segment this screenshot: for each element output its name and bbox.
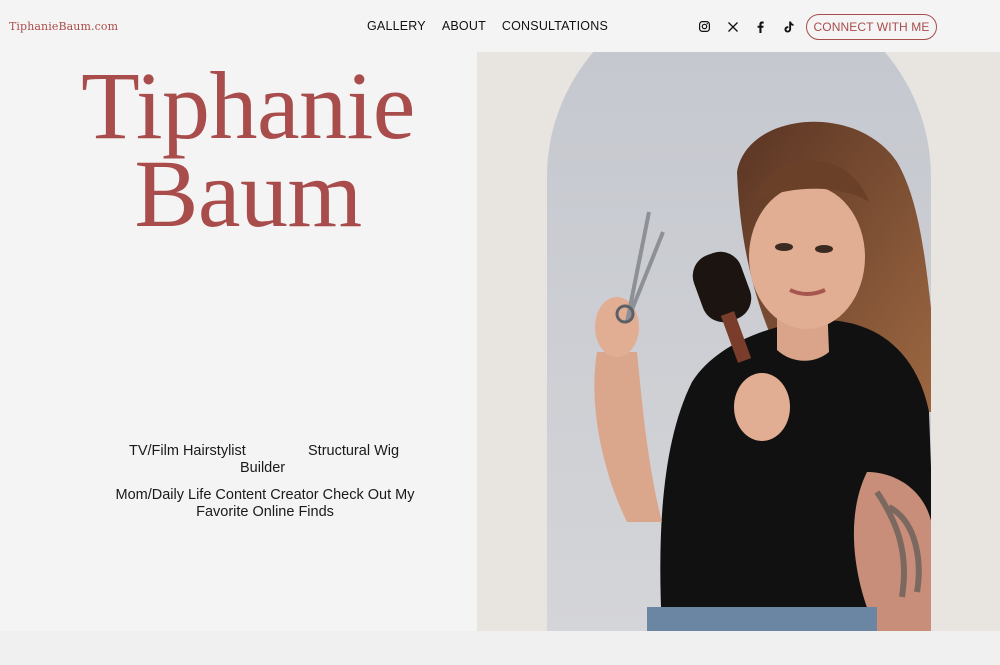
site-logo-link[interactable]: TiphanieBaum.com (9, 20, 118, 33)
nav-about[interactable]: ABOUT (442, 19, 486, 33)
site-header: TiphanieBaum.com GALLERY ABOUT CONSULTAT… (0, 0, 1000, 52)
facebook-icon[interactable] (754, 20, 767, 33)
roles-list: TV/Film Hairstylist Structural Wig Build… (110, 443, 420, 521)
tiktok-icon[interactable] (782, 20, 795, 33)
hero-portrait-image (547, 52, 931, 631)
nav-gallery[interactable]: GALLERY (367, 19, 426, 33)
x-icon[interactable] (726, 20, 739, 33)
role-content-creator: Mom/Daily Life Content Creator Check Out… (115, 487, 415, 520)
hero-title: Tiphanie Baum (0, 58, 496, 242)
connect-with-me-button[interactable]: CONNECT WITH ME (806, 14, 937, 40)
role-tv-film-hairstylist: TV/Film Hairstylist (129, 443, 246, 459)
main-nav: GALLERY ABOUT CONSULTATIONS (367, 19, 624, 33)
role-structural-wig: Structural Wig (308, 443, 400, 459)
instagram-icon[interactable] (698, 20, 711, 33)
hero-photo-panel (477, 52, 1000, 631)
nav-consultations[interactable]: CONSULTATIONS (502, 19, 608, 33)
bottom-strip (0, 631, 1000, 665)
role-structural-wig-builder: Builder (240, 460, 286, 476)
social-links (698, 20, 810, 33)
hero-title-last-name: Baum (134, 140, 362, 247)
